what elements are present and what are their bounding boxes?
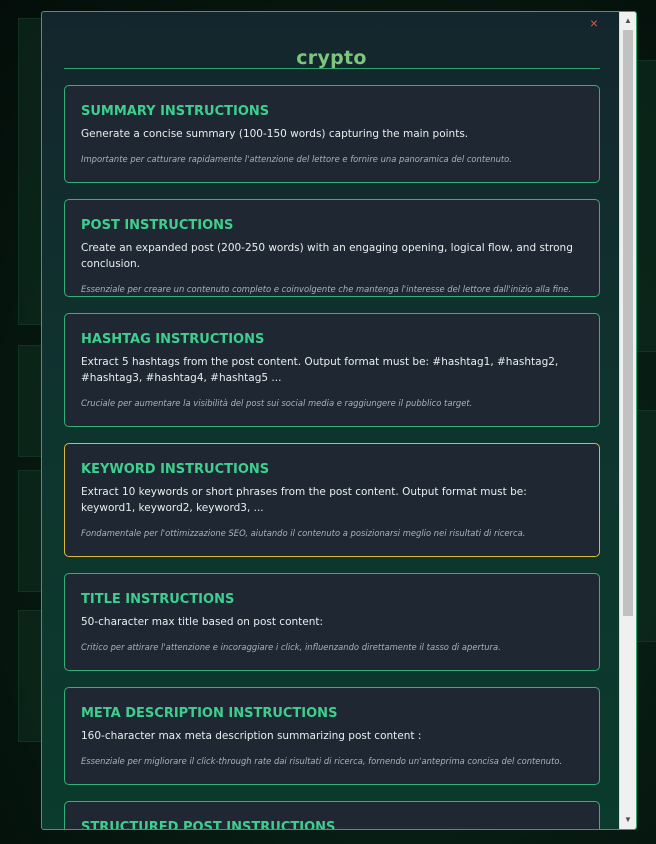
section-note: Importante per catturare rapidamente l'a… — [81, 154, 512, 164]
scroll-up-icon[interactable]: ▲ — [620, 13, 636, 29]
section-heading: TITLE INSTRUCTIONS — [81, 592, 235, 607]
close-icon[interactable]: × — [590, 15, 598, 31]
background-panel — [636, 410, 656, 642]
section-card-post: POST INSTRUCTIONS Create an expanded pos… — [64, 199, 600, 297]
instructions-modal: crypto SUMMARY INSTRUCTIONS Generate a c… — [41, 11, 637, 830]
section-note: Essenziale per migliorare il click-throu… — [81, 756, 563, 766]
section-note: Fondamentale per l'ottimizzazione SEO, a… — [81, 528, 526, 538]
section-card-title: TITLE INSTRUCTIONS 50-character max titl… — [64, 573, 600, 671]
section-card-meta-description: META DESCRIPTION INSTRUCTIONS 160-charac… — [64, 687, 600, 785]
section-heading: POST INSTRUCTIONS — [81, 218, 234, 233]
section-heading: HASHTAG INSTRUCTIONS — [81, 332, 265, 347]
modal-scroll-area[interactable]: crypto SUMMARY INSTRUCTIONS Generate a c… — [42, 12, 620, 829]
section-heading: KEYWORD INSTRUCTIONS — [81, 462, 270, 477]
section-card-structured-post: STRUCTURED POST INSTRUCTIONS — [64, 801, 600, 829]
section-heading: SUMMARY INSTRUCTIONS — [81, 104, 270, 119]
section-instruction-text: 160-character max meta description summa… — [81, 730, 422, 742]
section-card-summary: SUMMARY INSTRUCTIONS Generate a concise … — [64, 85, 600, 183]
vertical-scrollbar[interactable]: ▲ ▼ — [619, 12, 636, 829]
section-instruction-text: Extract 5 hashtags from the post content… — [81, 356, 559, 384]
modal-title: crypto — [296, 46, 367, 69]
section-card-keyword: KEYWORD INSTRUCTIONS Extract 10 keywords… — [64, 443, 600, 557]
section-card-hashtag: HASHTAG INSTRUCTIONS Extract 5 hashtags … — [64, 313, 600, 427]
section-instruction-text: Create an expanded post (200-250 words) … — [81, 242, 573, 270]
section-instruction-text: Generate a concise summary (100-150 word… — [81, 128, 469, 140]
section-heading: STRUCTURED POST INSTRUCTIONS — [81, 820, 336, 829]
title-divider — [64, 68, 600, 69]
section-instruction-text: 50-character max title based on post con… — [81, 616, 324, 628]
section-note: Cruciale per aumentare la visibilità del… — [81, 398, 473, 408]
section-note: Essenziale per creare un contenuto compl… — [81, 284, 572, 294]
section-heading: META DESCRIPTION INSTRUCTIONS — [81, 706, 338, 721]
background-panel — [636, 60, 656, 352]
scroll-down-icon[interactable]: ▼ — [620, 812, 636, 828]
section-note: Critico per attirare l'attenzione e inco… — [81, 642, 501, 652]
section-instruction-text: Extract 10 keywords or short phrases fro… — [81, 486, 527, 514]
scroll-thumb[interactable] — [623, 30, 633, 616]
